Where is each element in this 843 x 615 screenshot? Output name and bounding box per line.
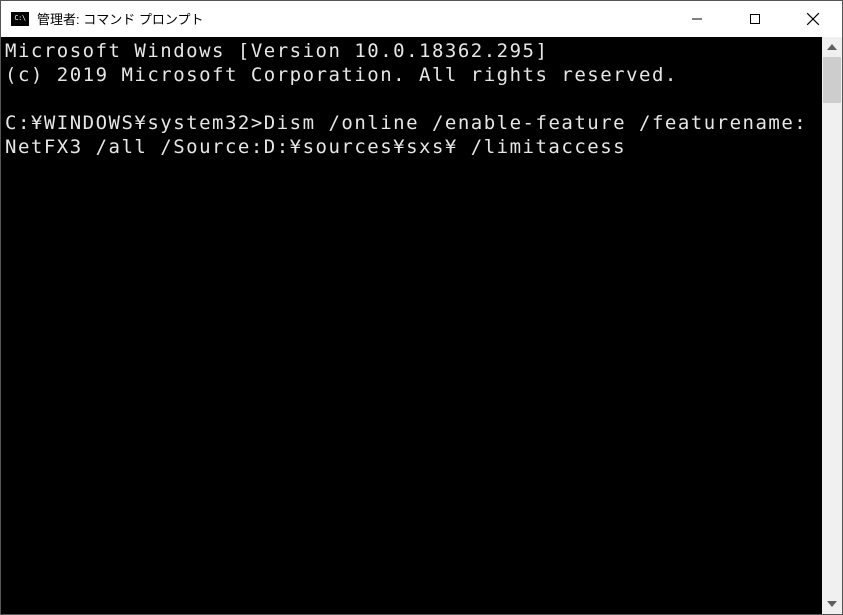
scrollbar-down-button[interactable] <box>822 594 842 614</box>
chevron-down-icon <box>827 601 837 607</box>
terminal-output[interactable]: Microsoft Windows [Version 10.0.18362.29… <box>1 37 822 614</box>
terminal-area: Microsoft Windows [Version 10.0.18362.29… <box>1 37 842 614</box>
titlebar[interactable]: C:\ 管理者: コマンド プロンプト <box>1 1 842 37</box>
copyright-line: (c) 2019 Microsoft Corporation. All righ… <box>5 63 818 87</box>
vertical-scrollbar[interactable] <box>822 37 842 614</box>
chevron-up-icon <box>827 44 837 50</box>
maximize-button[interactable] <box>726 1 784 36</box>
cmd-icon-text: C:\ <box>14 15 25 22</box>
prompt-path: C:¥WINDOWS¥system32> <box>5 112 264 134</box>
scrollbar-track[interactable] <box>822 57 842 594</box>
blank-line <box>5 87 818 111</box>
minimize-button[interactable] <box>668 1 726 36</box>
close-icon <box>806 12 820 26</box>
cursor <box>626 138 636 158</box>
command-line: C:¥WINDOWS¥system32>Dism /online /enable… <box>5 111 818 159</box>
scrollbar-thumb[interactable] <box>823 57 841 103</box>
minimize-icon <box>691 13 703 25</box>
maximize-icon <box>749 13 761 25</box>
version-line: Microsoft Windows [Version 10.0.18362.29… <box>5 39 818 63</box>
scrollbar-up-button[interactable] <box>822 37 842 57</box>
window-controls <box>668 1 842 36</box>
window-title: 管理者: コマンド プロンプト <box>37 9 668 28</box>
close-button[interactable] <box>784 1 842 36</box>
cmd-icon: C:\ <box>11 12 29 26</box>
